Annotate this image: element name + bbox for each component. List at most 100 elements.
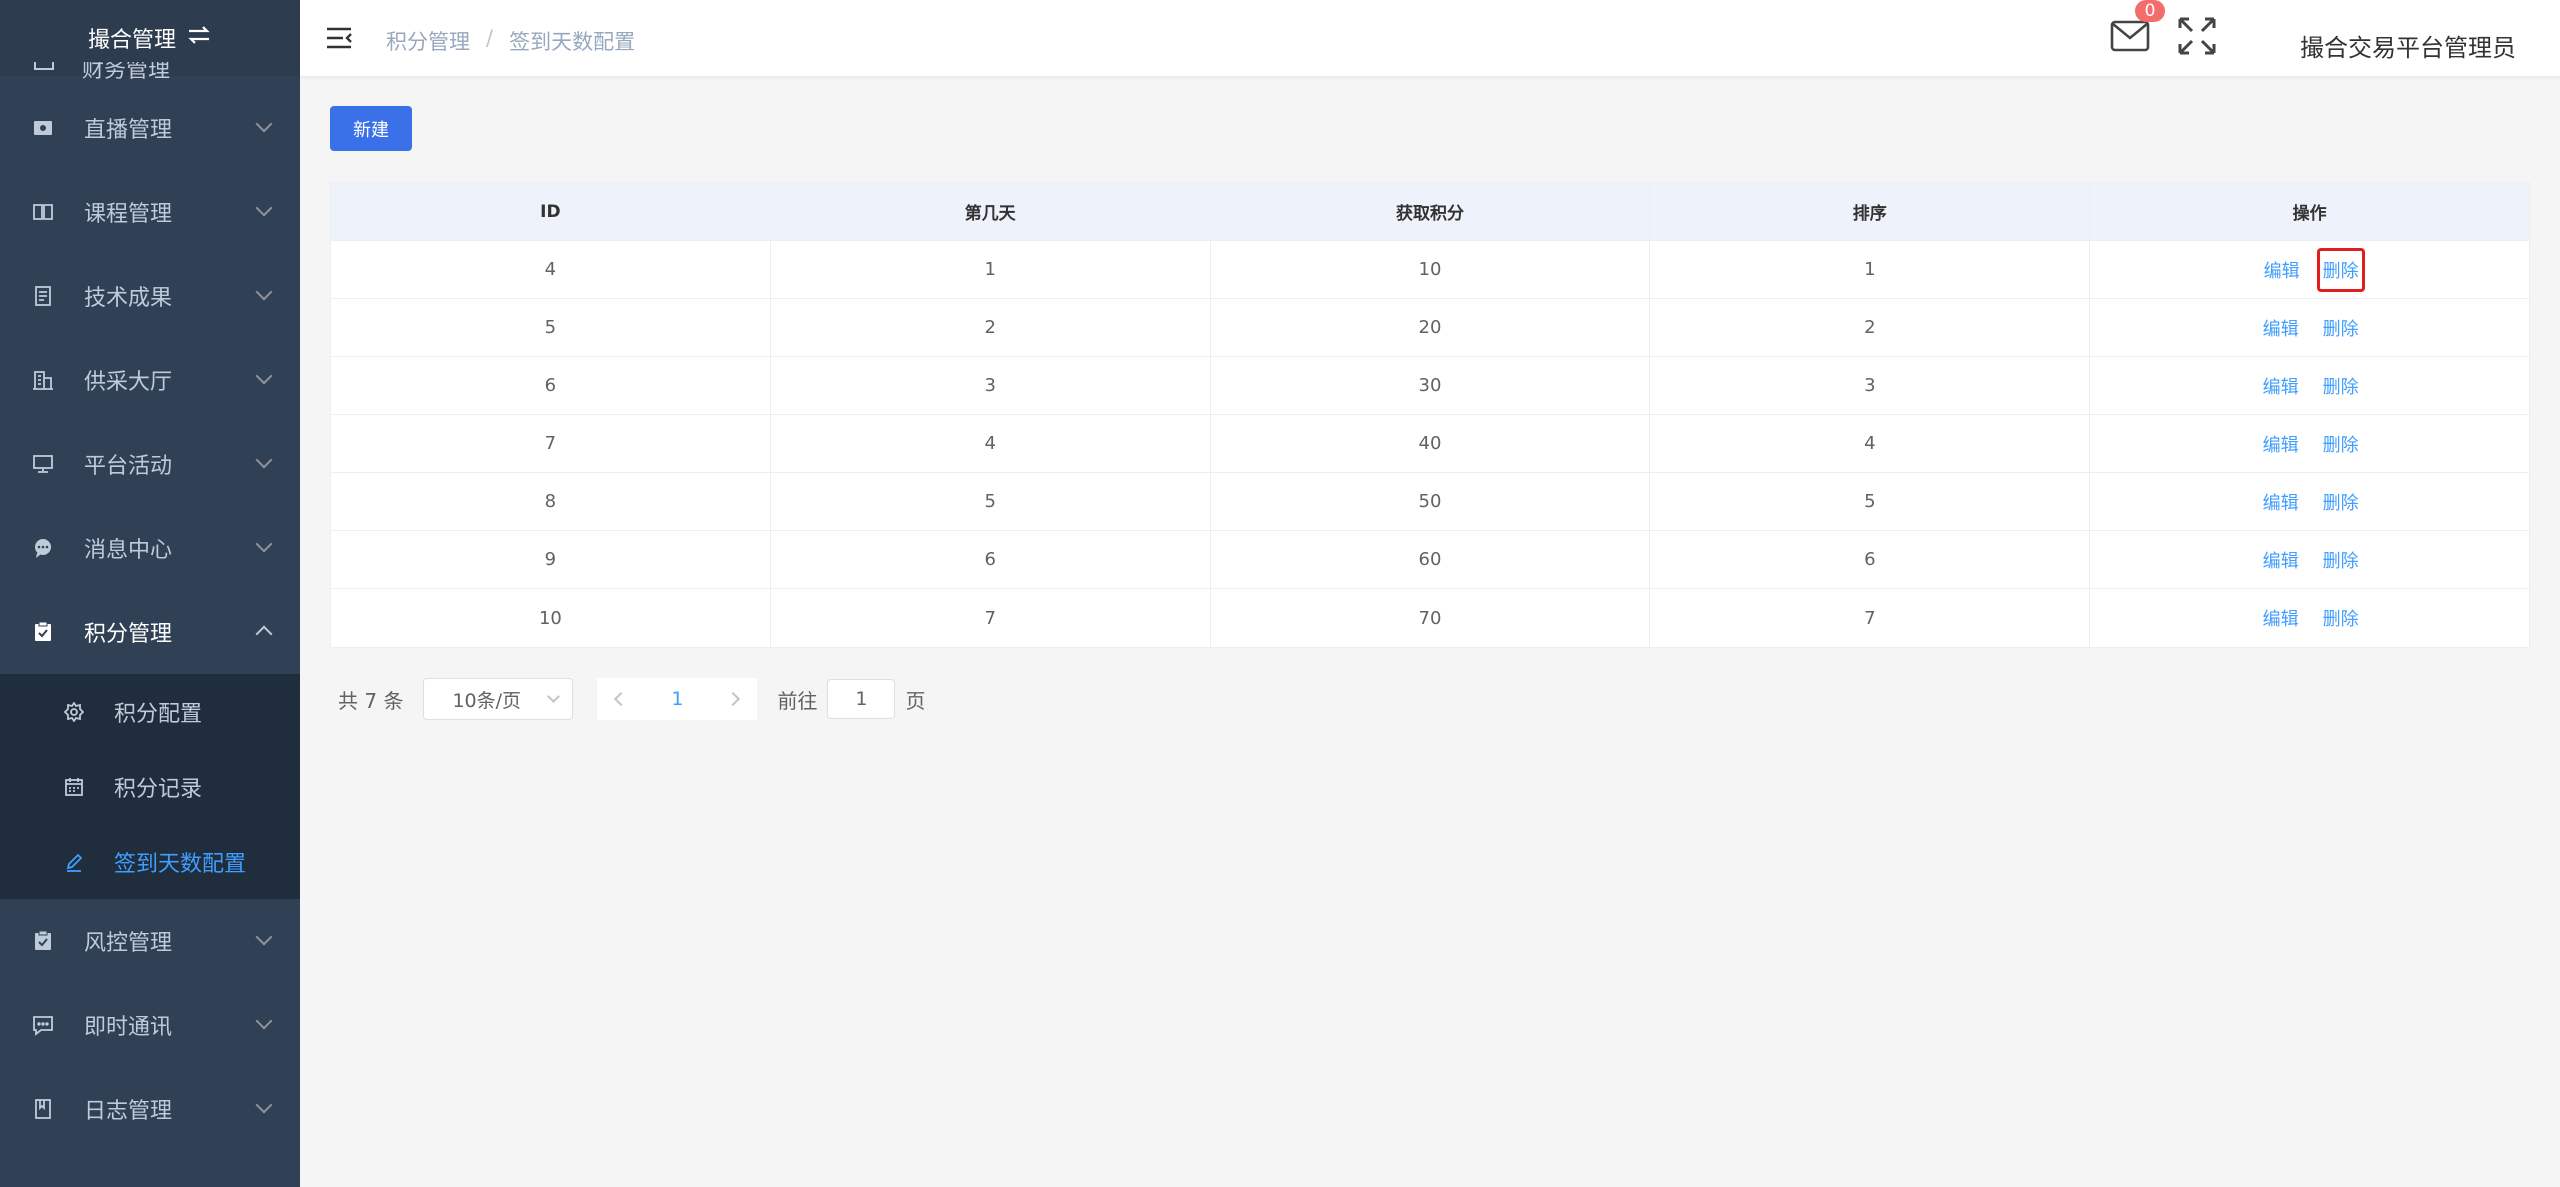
breadcrumb: 积分管理 / 签到天数配置	[386, 26, 635, 56]
gear-icon	[64, 701, 84, 722]
page-size-select[interactable]: 10条/页	[423, 678, 574, 720]
column-header-sort: 排序	[1650, 183, 2091, 240]
cell-sort: 7	[1650, 589, 2091, 647]
live-icon	[32, 117, 54, 139]
sidebar-item-label: 供采大厅	[84, 370, 173, 395]
monitor-icon	[32, 453, 54, 475]
top-header: 积分管理 / 签到天数配置 0 撮合交易平台管理员	[300, 0, 2560, 76]
signin-days-table: ID 第几天 获取积分 排序 操作 4 1 10 1 编辑 删除 5 2 20 …	[330, 182, 2530, 648]
cell-day: 3	[771, 357, 1211, 414]
cell-day: 4	[771, 415, 1211, 472]
chevron-down-icon	[547, 690, 561, 703]
cell-sort: 5	[1650, 473, 2091, 530]
document-icon	[32, 285, 54, 307]
submenu-item-label: 积分配置	[114, 701, 203, 727]
cell-points: 50	[1211, 473, 1651, 530]
mail-icon[interactable]	[2110, 20, 2150, 52]
edit-button[interactable]: 编辑	[2259, 425, 2303, 463]
message-icon	[32, 1014, 54, 1036]
breadcrumb-item-current: 签到天数配置	[509, 30, 636, 54]
chevron-down-icon	[255, 451, 273, 469]
column-header-actions: 操作	[2292, 204, 2327, 224]
sidebar-item-im[interactable]: 即时通讯	[0, 983, 300, 1067]
sidebar-item-log[interactable]: 日志管理	[0, 1067, 300, 1151]
chevron-down-icon	[255, 283, 273, 301]
sidebar-item-activity[interactable]: 平台活动	[0, 422, 300, 506]
delete-button[interactable]: 删除	[2319, 541, 2363, 579]
cell-actions: 编辑 删除	[2090, 299, 2529, 356]
page-number-current[interactable]: 1	[645, 688, 709, 710]
cell-points: 20	[1211, 299, 1651, 356]
cell-points: 70	[1211, 589, 1651, 647]
cell-day: 2	[771, 299, 1211, 356]
cell-points: 40	[1211, 415, 1651, 472]
edit-button[interactable]: 编辑	[2259, 483, 2303, 521]
delete-button[interactable]: 删除	[2319, 483, 2363, 521]
sidebar-item-course[interactable]: 课程管理	[0, 170, 300, 254]
fullscreen-icon[interactable]	[2177, 16, 2217, 56]
switch-icon[interactable]	[186, 22, 212, 54]
sidebar-item-risk[interactable]: 风控管理	[0, 899, 300, 983]
building-icon	[32, 369, 54, 391]
submenu-item-signin-config[interactable]: 签到天数配置	[0, 824, 300, 899]
chevron-down-icon	[255, 535, 273, 553]
edit-button[interactable]: 编辑	[2259, 599, 2303, 637]
chevron-down-icon	[255, 115, 273, 133]
sidebar-item-points[interactable]: 积分管理	[0, 590, 300, 674]
chat-icon	[32, 537, 54, 559]
sidebar-item-label: 直播管理	[84, 118, 173, 143]
cell-sort: 1	[1650, 241, 2091, 298]
sidebar-item-message[interactable]: 消息中心	[0, 506, 300, 590]
breadcrumb-separator: /	[486, 26, 494, 50]
pagination-total: 共 7 条	[338, 688, 404, 713]
cell-id: 6	[331, 357, 771, 414]
cell-id: 8	[331, 473, 771, 530]
cell-sort: 3	[1650, 357, 2091, 414]
clipboard-icon	[32, 930, 54, 952]
edit-button[interactable]: 编辑	[2259, 541, 2303, 579]
edit-button[interactable]: 编辑	[2259, 309, 2303, 347]
edit-button[interactable]: 编辑	[2260, 251, 2304, 289]
pagination: 共 7 条 10条/页 1 前往 页	[338, 678, 925, 720]
new-button[interactable]: 新建	[330, 106, 412, 151]
goto-page-input[interactable]	[827, 679, 896, 719]
hamburger-icon[interactable]	[326, 26, 352, 50]
prev-page-button[interactable]	[597, 678, 645, 720]
breadcrumb-item-points[interactable]: 积分管理	[386, 26, 470, 56]
page-size-value: 10条/页	[452, 689, 522, 712]
cell-day: 1	[771, 241, 1211, 298]
table-row: 9 6 60 6 编辑 删除	[331, 531, 2529, 589]
sidebar-item-label: 课程管理	[84, 202, 173, 227]
delete-button[interactable]: 删除	[2319, 367, 2363, 405]
finance-icon	[34, 62, 54, 70]
clipboard-icon	[32, 621, 54, 643]
delete-button[interactable]: 删除	[2319, 309, 2363, 347]
edit-button[interactable]: 编辑	[2259, 367, 2303, 405]
submenu-item-points-config[interactable]: 积分配置	[0, 674, 300, 749]
delete-button[interactable]: 删除	[2319, 425, 2363, 463]
cell-day: 5	[771, 473, 1211, 530]
cell-points: 30	[1211, 357, 1651, 414]
submenu-item-points-record[interactable]: 积分记录	[0, 749, 300, 824]
username[interactable]: 撮合交易平台管理员	[2300, 28, 2516, 63]
sidebar-item-supply[interactable]: 供采大厅	[0, 338, 300, 422]
chevron-right-icon	[726, 691, 741, 707]
chevron-down-icon	[255, 199, 273, 217]
sidebar-item-tech[interactable]: 技术成果	[0, 254, 300, 338]
chevron-down-icon	[255, 367, 273, 385]
avatar[interactable]	[2234, 10, 2274, 70]
next-page-button[interactable]	[709, 678, 757, 720]
book-icon	[32, 201, 54, 223]
cell-actions: 编辑 删除	[2090, 357, 2529, 414]
table-row: 10 7 70 7 编辑 删除	[331, 589, 2529, 647]
cell-sort: 2	[1650, 299, 2091, 356]
sidebar-item-live[interactable]: 直播管理	[0, 86, 300, 170]
delete-button[interactable]: 删除	[2316, 247, 2365, 292]
goto-prefix: 前往	[777, 688, 818, 713]
cell-id: 4	[331, 241, 771, 298]
sidebar-item-finance[interactable]: 财务管理	[0, 62, 300, 86]
goto-suffix: 页	[905, 688, 926, 713]
cell-id: 7	[331, 415, 771, 472]
delete-button[interactable]: 删除	[2319, 599, 2363, 637]
sidebar-item-label: 消息中心	[84, 538, 173, 563]
